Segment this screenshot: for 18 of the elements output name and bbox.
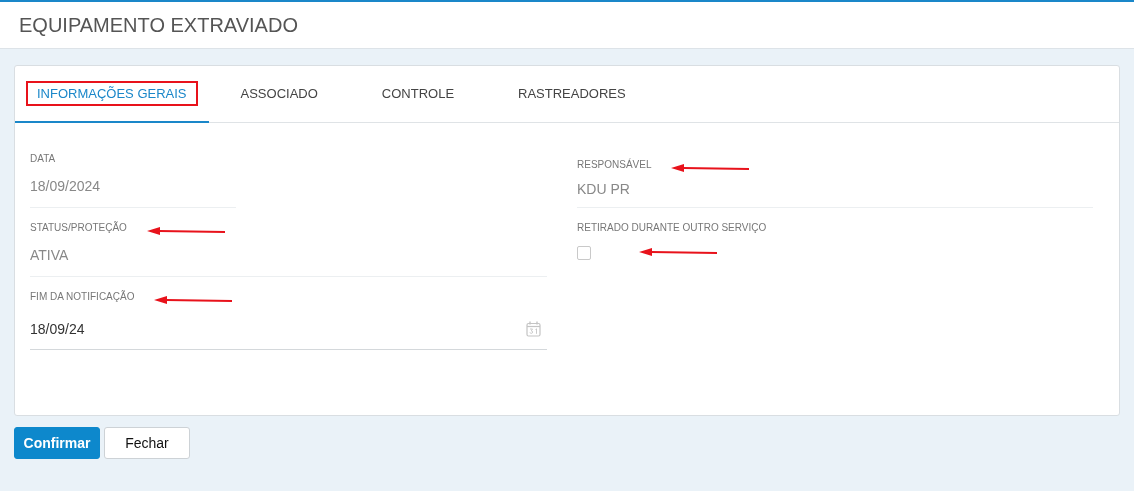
confirm-button[interactable]: Confirmar <box>14 427 100 459</box>
field-label: STATUS/PROTEÇÃO <box>30 221 127 233</box>
field-value: 18/09/2024 <box>30 178 101 194</box>
field-label: DATA <box>30 152 56 164</box>
page-title: EQUIPAMENTO EXTRAVIADO <box>19 13 298 37</box>
date-field[interactable]: 18/09/24 <box>30 303 547 349</box>
field-label: FIM DA NOTIFICAÇÃO <box>30 290 135 302</box>
tab[interactable]: CONTROLE <box>349 66 487 123</box>
field-label: RESPONSÁVEL <box>577 158 652 170</box>
tab[interactable]: ASSOCIADO <box>208 66 350 123</box>
calendar-icon[interactable] <box>526 321 541 337</box>
field-label: RETIRADO DURANTE OUTRO SERVIÇO <box>577 221 767 233</box>
close-button[interactable]: Fechar <box>104 427 190 459</box>
tab[interactable]: INFORMAÇÕES GERAIS <box>15 66 209 123</box>
field-value: ATIVA <box>30 247 69 263</box>
field-value: KDU PR <box>577 181 630 197</box>
tab[interactable]: RASTREADORES <box>486 66 658 123</box>
checkbox[interactable] <box>577 246 591 260</box>
